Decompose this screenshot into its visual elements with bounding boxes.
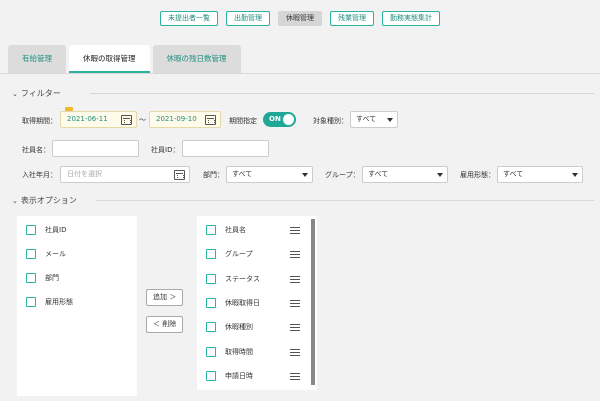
list-item[interactable]: 休暇種別: [206, 322, 314, 332]
checkbox[interactable]: [26, 297, 36, 307]
display-options-header[interactable]: ⌄ 表示オプション: [12, 195, 594, 206]
list-item[interactable]: 部門: [26, 273, 59, 283]
tab-leave-acquisition[interactable]: 休暇の取得管理: [69, 45, 150, 73]
filter-header[interactable]: ⌄ フィルター: [12, 88, 594, 99]
date-from-field[interactable]: 2021-06-11: [60, 107, 137, 128]
target-type-label: 対象種別：: [313, 117, 348, 125]
target-type-value: すべて: [356, 115, 377, 123]
caret-down-icon: [437, 173, 443, 177]
calendar-icon[interactable]: [121, 115, 132, 125]
period-label: 取得期間：: [22, 117, 57, 125]
nav-work-summary[interactable]: 勤務実態集計: [382, 11, 440, 26]
checkbox[interactable]: [206, 274, 216, 284]
list-item[interactable]: 社員名: [206, 225, 314, 235]
checkbox[interactable]: [26, 273, 36, 283]
tab-divider: [0, 73, 600, 74]
list-item[interactable]: メール: [26, 249, 66, 259]
caret-down-icon: [387, 118, 393, 122]
employee-name-label: 社員名：: [22, 146, 50, 154]
caret-down-icon: [302, 173, 308, 177]
drag-handle-icon[interactable]: [290, 348, 300, 356]
tab-paid-leave[interactable]: 有給管理: [8, 45, 66, 73]
department-select[interactable]: すべて: [226, 166, 313, 183]
join-month-placeholder: 日付を選択: [67, 170, 102, 178]
group-label: グループ：: [325, 171, 360, 179]
display-options-divider: [96, 200, 594, 201]
toggle-knob: [283, 114, 294, 125]
top-nav: 未提出者一覧 出勤管理 休暇管理 残業管理 勤務実態集計: [0, 11, 600, 26]
employment-select[interactable]: すべて: [497, 166, 583, 183]
date-separator: ～: [139, 116, 146, 124]
checkbox[interactable]: [206, 249, 216, 259]
filter-title: フィルター: [20, 89, 61, 98]
filter-divider: [90, 93, 594, 94]
drag-handle-icon[interactable]: [290, 250, 300, 258]
checkbox[interactable]: [206, 347, 216, 357]
date-to-value: 2021-09-10: [156, 115, 197, 123]
list-item[interactable]: ステータス: [206, 274, 314, 284]
employment-label: 雇用形態：: [460, 171, 495, 179]
toggle-label: ON: [269, 115, 281, 123]
selected-columns-panel: 社員名 グループ ステータス 休暇取得日 休暇種別 取得時間 申請日時: [197, 216, 317, 390]
group-select[interactable]: すべて: [362, 166, 448, 183]
employee-name-input[interactable]: [52, 140, 139, 157]
employee-id-input[interactable]: [182, 140, 269, 157]
list-item[interactable]: グループ: [206, 249, 314, 259]
caret-down-icon: [572, 173, 578, 177]
list-item[interactable]: 社員ID: [26, 225, 66, 235]
calendar-icon[interactable]: [174, 170, 185, 180]
checkbox[interactable]: [26, 249, 36, 259]
list-item[interactable]: 取得時間: [206, 347, 314, 357]
nav-leave[interactable]: 休暇管理: [278, 11, 322, 26]
add-button[interactable]: 追加 ＞: [146, 289, 184, 306]
nav-unsubmitted[interactable]: 未提出者一覧: [160, 11, 218, 26]
chevron-down-icon: ⌄: [12, 196, 18, 205]
list-item[interactable]: 申請日時: [206, 371, 314, 381]
available-columns-panel: 社員ID メール 部門 雇用形態: [17, 216, 137, 396]
checkbox[interactable]: [206, 322, 216, 332]
checkbox[interactable]: [206, 225, 216, 235]
period-spec-toggle[interactable]: ON: [263, 112, 296, 127]
remove-button[interactable]: ＜ 削除: [146, 316, 184, 333]
tab-bar: 有給管理 休暇の取得管理 休暇の残日数管理: [8, 45, 244, 73]
checkbox[interactable]: [26, 225, 36, 235]
tab-leave-remaining[interactable]: 休暇の残日数管理: [152, 45, 241, 73]
drag-handle-icon[interactable]: [290, 372, 300, 380]
employee-id-label: 社員ID：: [151, 146, 180, 154]
employment-value: すべて: [503, 170, 524, 178]
drag-handle-icon[interactable]: [290, 275, 300, 283]
nav-overtime[interactable]: 残業管理: [330, 11, 374, 26]
flag-icon: [65, 107, 73, 111]
date-from-value: 2021-06-11: [67, 115, 108, 123]
chevron-down-icon: ⌄: [12, 89, 18, 98]
department-label: 部門：: [203, 171, 224, 179]
drag-handle-icon[interactable]: [290, 299, 300, 307]
scrollbar[interactable]: [311, 219, 315, 385]
department-value: すべて: [232, 170, 253, 178]
group-value: すべて: [368, 170, 389, 178]
nav-attendance[interactable]: 出勤管理: [226, 11, 270, 26]
drag-handle-icon[interactable]: [290, 323, 300, 331]
join-month-label: 入社年月：: [22, 171, 57, 179]
list-item[interactable]: 雇用形態: [26, 297, 73, 307]
checkbox[interactable]: [206, 298, 216, 308]
checkbox[interactable]: [206, 371, 216, 381]
display-options-title: 表示オプション: [20, 196, 77, 205]
drag-handle-icon[interactable]: [290, 226, 300, 234]
calendar-icon[interactable]: [205, 115, 216, 125]
list-item[interactable]: 休暇取得日: [206, 298, 314, 308]
join-month-field[interactable]: 日付を選択: [60, 166, 190, 183]
target-type-select[interactable]: すべて: [350, 111, 398, 128]
date-to-field[interactable]: 2021-09-10: [149, 111, 221, 128]
period-spec-label: 期間指定: [229, 117, 257, 125]
